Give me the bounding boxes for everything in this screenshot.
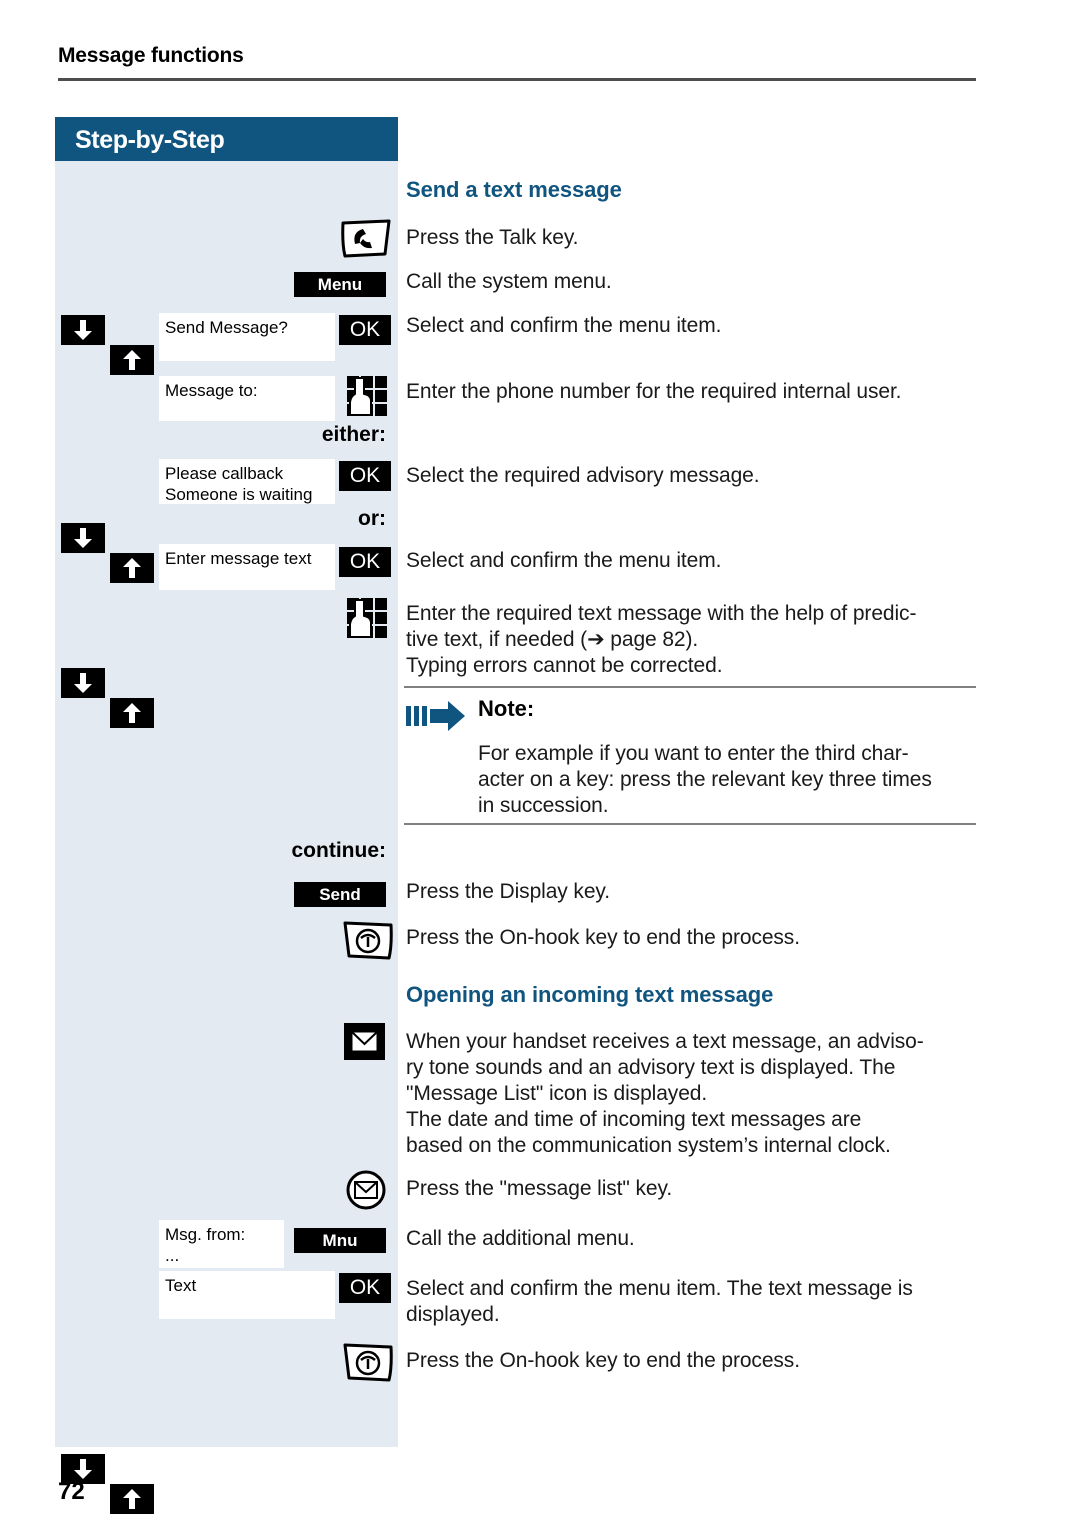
keypad-entry-icon[interactable] <box>345 596 390 646</box>
display-send-message: Send Message? <box>159 313 335 361</box>
advisory-option-2: Someone is waiting <box>165 485 313 504</box>
step-select-confirm-1: Select and confirm the menu item. <box>406 314 722 337</box>
page-number: 72 <box>58 1478 85 1505</box>
step-call-system-menu: Call the system menu. <box>406 270 612 293</box>
display-text-item: Text <box>159 1271 335 1319</box>
mnu-softkey-button[interactable]: Mnu <box>294 1228 386 1253</box>
note-title: Note: <box>478 696 535 721</box>
step-enter-text-line2: tive text, if needed (➔ page 82). <box>406 628 699 651</box>
step-press-onhook-1: Press the On-hook key to end the process… <box>406 926 800 949</box>
step-enter-text-line3: Typing errors cannot be corrected. <box>406 654 723 677</box>
display-advisory-list: Please callback Someone is waiting <box>159 459 335 504</box>
message-envelope-icon <box>344 1023 385 1065</box>
display-enter-message-text: Enter message text <box>159 544 335 590</box>
note-line3: in succession. <box>478 794 609 817</box>
note-line1: For example if you want to enter the thi… <box>478 742 909 765</box>
message-list-key-icon[interactable] <box>344 1168 388 1217</box>
advisory-option-1: Please callback <box>165 464 284 483</box>
step-press-talk: Press the Talk key. <box>406 226 579 249</box>
heading-send-a-text-message: Send a text message <box>406 177 622 202</box>
step-press-display-key: Press the Display key. <box>406 880 610 903</box>
heading-opening-incoming-text-message: Opening an incoming text message <box>406 982 774 1007</box>
step-enter-phone-number: Enter the phone number for the required … <box>406 380 902 403</box>
sidebar-title: Step-by-Step <box>75 126 225 154</box>
marker-either: either: <box>321 423 386 446</box>
step-select-advisory: Select the required advisory message. <box>406 464 760 487</box>
step-press-message-list: Press the "message list" key. <box>406 1177 673 1200</box>
arrow-down-icon[interactable] <box>61 523 105 553</box>
arrow-down-icon[interactable] <box>61 315 105 345</box>
incoming-line3: "Message List" icon is displayed. <box>406 1082 708 1105</box>
note-line2: acter on a key: press the relevant key t… <box>478 768 932 791</box>
incoming-line1: When your handset receives a text messag… <box>406 1030 924 1053</box>
header-rule <box>58 78 976 81</box>
arrow-up-icon[interactable] <box>110 698 154 728</box>
note-arrow-icon <box>406 700 466 737</box>
msg-from-value: ... <box>165 1246 180 1265</box>
send-softkey-button[interactable]: Send <box>294 882 386 907</box>
step-enter-text-line1: Enter the required text message with the… <box>406 602 917 625</box>
on-hook-key-icon[interactable] <box>339 920 395 967</box>
step-select-confirm-3-line2: displayed. <box>406 1303 500 1326</box>
keypad-entry-icon[interactable] <box>345 374 390 424</box>
sidebar-header: Step-by-Step <box>55 117 398 161</box>
arrow-up-icon[interactable] <box>110 345 154 375</box>
ok-key-2[interactable]: OK <box>339 461 391 491</box>
step-press-onhook-2: Press the On-hook key to end the process… <box>406 1349 800 1372</box>
note-rule-bottom <box>404 823 976 825</box>
msg-from-label: Msg. from: <box>165 1225 246 1244</box>
note-rule-top <box>404 686 976 688</box>
arrow-up-icon[interactable] <box>110 1484 154 1514</box>
on-hook-key-icon[interactable] <box>339 1342 395 1389</box>
menu-softkey-button[interactable]: Menu <box>294 272 386 297</box>
running-head: Message functions <box>58 44 244 67</box>
ok-key-1[interactable]: OK <box>339 315 391 345</box>
step-select-confirm-3-line1: Select and confirm the menu item. The te… <box>406 1277 913 1300</box>
talk-key-icon[interactable] <box>339 218 395 265</box>
step-select-confirm-2: Select and confirm the menu item. <box>406 549 722 572</box>
marker-continue: continue: <box>291 839 387 862</box>
arrow-down-icon[interactable] <box>61 668 105 698</box>
display-message-to: Message to: <box>159 376 335 421</box>
ok-key-4[interactable]: OK <box>339 1273 391 1303</box>
marker-or: or: <box>358 507 386 530</box>
incoming-line2: ry tone sounds and an advisory text is d… <box>406 1056 896 1079</box>
step-call-additional-menu: Call the additional menu. <box>406 1227 635 1250</box>
ok-key-3[interactable]: OK <box>339 547 391 577</box>
display-msg-from: Msg. from: ... <box>159 1220 284 1268</box>
incoming-line4: The date and time of incoming text messa… <box>406 1108 862 1131</box>
arrow-up-icon[interactable] <box>110 553 154 583</box>
incoming-line5: based on the communication system’s inte… <box>406 1134 891 1157</box>
